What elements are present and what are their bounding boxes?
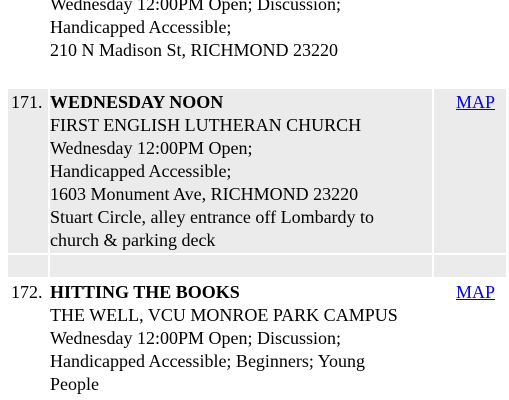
meeting-accessibility: People [50,374,99,394]
meeting-schedule: Wednesday 12:00PM Open; Discussion; [50,328,342,348]
meeting-number: 172. [11,282,43,302]
meeting-title: HITTING THE BOOKS [50,282,240,302]
meeting-note: church & parking deck [50,230,216,250]
map-link[interactable]: MAP [456,281,495,304]
meeting-accessibility: Handicapped Accessible; [50,161,232,181]
map-link[interactable]: MAP [456,91,495,114]
meeting-address: 1603 Monument Ave, RICHMOND 23220 [50,184,359,204]
meeting-schedule: Wednesday 12:00PM Open; [50,138,253,158]
meeting-location: THE WELL, VCU MONROE PARK CAMPUS [50,305,398,325]
meeting-location: FIRST ENGLISH LUTHERAN CHURCH [50,115,362,135]
meeting-title: WEDNESDAY NOON [50,92,224,112]
meeting-address: 210 N Madison St, RICHMOND 23220 [50,40,339,60]
meeting-accessibility: Handicapped Accessible; Beginners; Young [50,351,365,371]
meeting-accessibility: Handicapped Accessible; [50,17,232,37]
column-divider [432,89,434,277]
row-divider [8,253,506,255]
meeting-schedule: Wednesday 12:00PM Open; Discussion; [50,0,342,14]
meeting-note: Stuart Circle, alley entrance off Lombar… [50,207,375,227]
meeting-number: 171. [11,92,43,112]
